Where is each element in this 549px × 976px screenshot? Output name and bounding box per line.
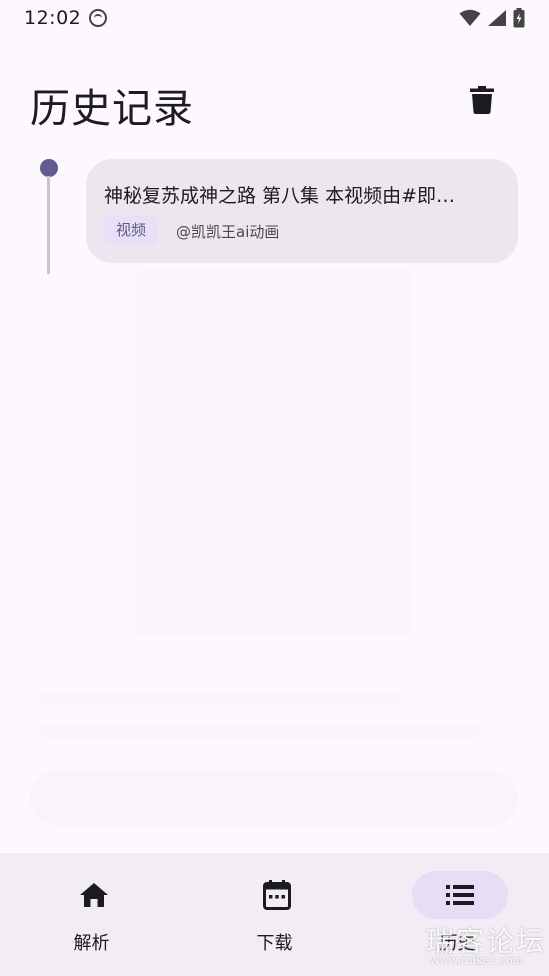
page-title: 历史记录	[30, 86, 194, 132]
list-icon	[446, 885, 474, 905]
nav-label-parse: 解析	[73, 933, 110, 954]
ghost-text-line	[40, 690, 400, 704]
nav-indicator	[229, 871, 325, 919]
history-item-card[interactable]: 神秘复苏成神之路 第八集 本视频由#即… 视频 @凯凯王ai动画	[86, 159, 518, 263]
history-item-type-badge: 视频	[104, 215, 159, 245]
nav-indicator	[46, 871, 142, 919]
app-notification-icon	[89, 9, 108, 27]
ghost-text-line	[40, 724, 480, 738]
timeline-line	[47, 176, 50, 274]
status-time: 12:02	[24, 7, 82, 29]
history-item-title: 神秘复苏成神之路 第八集 本视频由#即…	[104, 185, 455, 207]
calendar-icon	[263, 880, 291, 910]
status-bar: 12:02	[0, 0, 549, 36]
ghost-video-thumbnail	[136, 270, 412, 636]
delete-all-button[interactable]	[458, 76, 506, 124]
ghost-bar	[30, 770, 518, 826]
status-icons	[459, 8, 525, 28]
nav-label-history: 历史	[439, 933, 476, 954]
cellular-signal-icon	[488, 10, 506, 26]
nav-item-history[interactable]: 历史	[366, 853, 549, 976]
trash-icon	[470, 86, 494, 114]
wifi-icon	[459, 9, 481, 26]
home-icon	[80, 883, 108, 907]
nav-item-parse[interactable]: 解析	[0, 853, 183, 976]
nav-item-download[interactable]: 下载	[183, 853, 366, 976]
history-item-author: @凯凯王ai动画	[176, 223, 280, 241]
timeline-dot	[40, 159, 58, 177]
top-app-bar: 历史记录	[0, 60, 549, 140]
nav-indicator-active	[412, 871, 508, 919]
nav-label-download: 下载	[256, 933, 293, 954]
battery-charging-icon	[513, 8, 525, 28]
bottom-navigation: 解析 下载 历史	[0, 853, 549, 976]
